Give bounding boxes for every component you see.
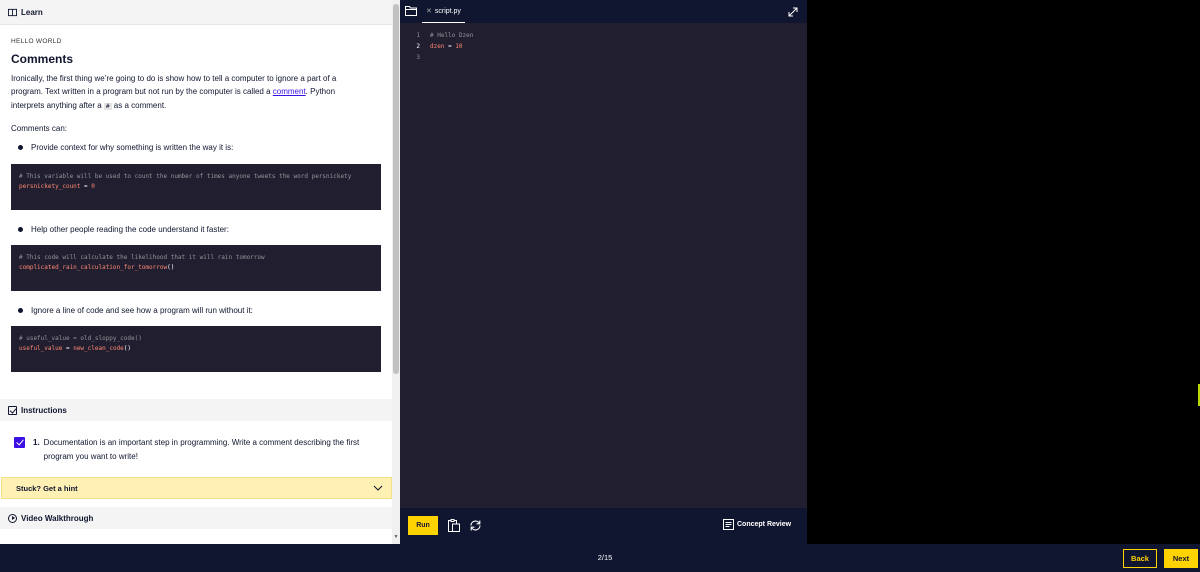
line-number: 1 — [416, 32, 420, 39]
comment-link[interactable]: comment — [273, 87, 306, 96]
bullet-item: Ignore a line of code and see how a prog… — [18, 306, 253, 315]
editor-code-line[interactable]: dzen = 10 — [430, 43, 463, 50]
file-tab-name: script.py — [434, 7, 461, 15]
video-walkthrough-button[interactable]: Video Walkthrough — [0, 507, 392, 529]
code-editor[interactable] — [400, 23, 807, 508]
bullet-text: Ignore a line of code and see how a prog… — [31, 306, 253, 315]
code-block: # This code will calculate the likelihoo… — [11, 245, 381, 291]
code-name: useful_value — [19, 345, 63, 352]
code-line: useful_value = new_clean_code() — [19, 344, 373, 354]
close-tab-icon[interactable]: ✕ — [426, 7, 432, 15]
assign-op: = — [444, 43, 456, 50]
lesson-eyebrow: HELLO WORLD — [11, 38, 62, 45]
bullet-item: Provide context for why something is wri… — [18, 143, 233, 152]
reset-icon[interactable] — [469, 519, 482, 532]
intro-paragraph: Ironically, the first thing we’re going … — [11, 72, 359, 113]
hint-button[interactable]: Stuck? Get a hint — [1, 477, 392, 499]
bullet-text: Help other people reading the code under… — [31, 225, 229, 234]
hint-label: Stuck? Get a hint — [16, 483, 78, 493]
next-button[interactable]: Next — [1164, 549, 1198, 568]
code-line: persnickety_count = 0 — [19, 182, 373, 192]
code-op: () — [167, 264, 175, 271]
learn-header-label: Learn — [21, 7, 43, 17]
learn-scrollbar[interactable]: ▼ — [392, 0, 400, 544]
bullet-text: Provide context for why something is wri… — [31, 143, 234, 152]
code-comment: # This code will calculate the likelihoo… — [19, 254, 265, 261]
bullet-item: Help other people reading the code under… — [18, 225, 229, 234]
checkbox-icon — [8, 405, 17, 415]
bullet-dot — [18, 145, 23, 150]
document-icon — [723, 519, 734, 530]
scroll-thumb[interactable] — [393, 4, 399, 374]
instructions-header: Instructions — [0, 399, 392, 421]
intro-text-3: as a comment. — [111, 100, 167, 110]
folder-icon[interactable] — [405, 5, 417, 16]
bullet-dot — [18, 227, 23, 232]
code-op: = — [80, 183, 92, 190]
scroll-down-arrow-icon[interactable]: ▼ — [393, 534, 399, 542]
back-button[interactable]: Back — [1123, 549, 1157, 568]
expand-icon[interactable] — [788, 7, 798, 17]
code-val: 0 — [91, 183, 95, 190]
concept-review-button[interactable]: Concept Review — [723, 519, 791, 530]
var-name: dzen — [430, 43, 445, 50]
learn-header: Learn — [0, 0, 392, 25]
line-number: 3 — [416, 54, 420, 61]
file-tab[interactable]: ✕ script.py — [422, 0, 465, 23]
code-comment: # useful_value = old_sloppy_code() — [19, 335, 142, 342]
task-checkbox[interactable] — [14, 437, 25, 448]
code-block: # This variable will be used to count th… — [11, 164, 381, 210]
run-button[interactable]: Run — [408, 516, 438, 535]
comments-can-text: Comments can: — [11, 124, 68, 133]
code-tail: () — [123, 345, 132, 352]
bullet-dot — [18, 308, 23, 313]
hash-inline-code: # — [103, 102, 112, 110]
copy-codebyte-icon[interactable] — [448, 519, 460, 532]
play-icon — [8, 513, 17, 523]
concept-review-label: Concept Review — [737, 521, 792, 528]
code-val: new_clean_code — [73, 345, 124, 352]
page-title: Comments — [11, 52, 74, 66]
chevron-down-icon — [373, 485, 383, 491]
task-text: 1. Documentation is an important step in… — [33, 436, 384, 463]
learn-panel: Learn HELLO WORLD Comments Ironically, t… — [0, 0, 400, 544]
code-line: complicated_rain_calculation_for_tomorro… — [19, 263, 373, 273]
task-number: 1. — [33, 438, 40, 447]
instructions-label: Instructions — [21, 405, 67, 415]
learn-content: HELLO WORLD Comments Ironically, the fir… — [0, 25, 392, 399]
task-description: Documentation is an important step in pr… — [43, 438, 360, 461]
line-number: 2 — [416, 43, 420, 50]
code-op: = — [62, 345, 74, 352]
code-name: complicated_rain_calculation_for_tomorro… — [19, 264, 168, 271]
var-value: 10 — [455, 43, 463, 50]
output-panel — [807, 0, 1200, 544]
lesson-progress[interactable]: 2/15 — [590, 553, 620, 562]
code-comment: # This variable will be used to count th… — [19, 173, 352, 180]
editor-code-line[interactable]: # Hello Dzen — [430, 32, 473, 39]
book-icon — [8, 8, 17, 16]
task-item: 1. Documentation is an important step in… — [14, 436, 384, 463]
code-name: persnickety_count — [19, 183, 81, 190]
video-walkthrough-label: Video Walkthrough — [21, 513, 94, 523]
code-block: # useful_value = old_sloppy_code() usefu… — [11, 326, 381, 372]
